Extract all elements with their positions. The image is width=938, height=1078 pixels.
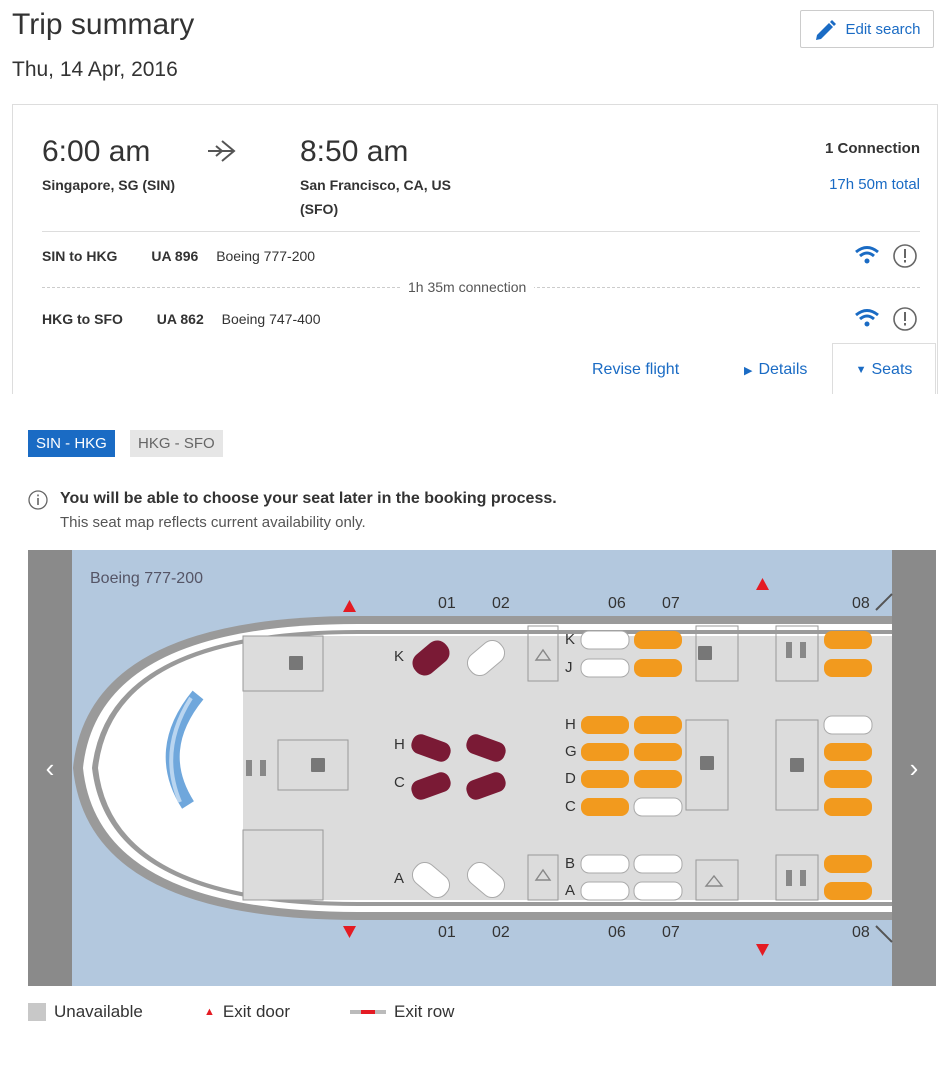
page-title: Trip summary bbox=[12, 8, 195, 41]
chevron-left-icon: ‹ bbox=[45, 752, 55, 783]
wifi-icon bbox=[855, 246, 879, 264]
segment-flight: UA 896 bbox=[151, 248, 199, 264]
row-label: 06 bbox=[608, 924, 626, 941]
row-label: 02 bbox=[492, 924, 510, 941]
plane-icon bbox=[208, 140, 236, 162]
legend-label: Unavailable bbox=[54, 1002, 143, 1021]
legend-unavailable: Unavailable bbox=[28, 1002, 143, 1022]
scroll-left-button[interactable]: ‹ bbox=[28, 550, 72, 986]
row-label: 01 bbox=[438, 595, 456, 612]
tab-hkg-sfo[interactable]: HKG - SFO bbox=[130, 430, 223, 457]
row-label: 02 bbox=[492, 595, 510, 612]
total-duration: 17h 50m total bbox=[829, 176, 920, 193]
legend-exit-row: Exit row bbox=[350, 1002, 454, 1022]
legend-label: Exit row bbox=[394, 1002, 455, 1021]
edit-search-button[interactable]: Edit search bbox=[800, 10, 934, 48]
row-label: 07 bbox=[662, 924, 680, 941]
connection-count: 1 Connection bbox=[824, 140, 920, 157]
seat-letter: J bbox=[565, 659, 573, 676]
row-label: 06 bbox=[608, 595, 626, 612]
revise-flight-link[interactable]: Revise flight bbox=[592, 361, 679, 379]
seats-label: Seats bbox=[871, 360, 913, 378]
depart-time: 6:00 am bbox=[42, 135, 151, 168]
seat-info-title: You will be able to choose your seat lat… bbox=[60, 490, 557, 507]
row-label: 07 bbox=[662, 595, 680, 612]
row-label: 08 bbox=[852, 924, 870, 941]
row-label: 08 bbox=[852, 595, 870, 612]
exit-row-icon bbox=[350, 1010, 386, 1014]
segment-route: HKG to SFO bbox=[42, 311, 123, 327]
seats-tab[interactable]: ▼ Seats bbox=[832, 343, 936, 395]
seat-info-subtitle: This seat map reflects current availabil… bbox=[60, 514, 366, 531]
seat-letter: A bbox=[565, 882, 576, 899]
divider bbox=[42, 231, 920, 232]
segment-aircraft: Boeing 747-400 bbox=[221, 311, 321, 327]
caret-down-icon: ▼ bbox=[855, 363, 867, 376]
connection-time: 1h 35m connection bbox=[400, 279, 535, 295]
unavailable-swatch-icon bbox=[28, 1003, 46, 1021]
edit-search-label: Edit search bbox=[845, 20, 921, 38]
aircraft-name: Boeing 777-200 bbox=[90, 570, 203, 587]
exit-door-icon: ▲ bbox=[204, 1006, 215, 1018]
wifi-icon bbox=[855, 309, 879, 327]
info-alert-icon[interactable] bbox=[892, 243, 918, 269]
segment-aircraft: Boeing 777-200 bbox=[216, 248, 316, 264]
arrive-city: San Francisco, CA, US bbox=[300, 177, 451, 193]
arrive-time: 8:50 am bbox=[300, 135, 409, 168]
caret-right-icon: ▶ bbox=[744, 364, 753, 377]
tab-sin-hkg[interactable]: SIN - HKG bbox=[28, 430, 115, 457]
details-toggle[interactable]: ▶ Details bbox=[744, 361, 807, 379]
trip-date: Thu, 14 Apr, 2016 bbox=[12, 58, 178, 81]
seat-letter: A bbox=[394, 870, 405, 887]
depart-city: Singapore, SG (SIN) bbox=[42, 177, 176, 193]
scroll-right-button[interactable]: › bbox=[892, 550, 936, 986]
seat-letter: B bbox=[565, 855, 576, 872]
chevron-right-icon: › bbox=[909, 752, 919, 783]
seat-letter: K bbox=[565, 631, 576, 648]
details-label: Details bbox=[758, 361, 808, 378]
seat-letter: H bbox=[565, 716, 576, 733]
seat-letter: D bbox=[565, 770, 576, 787]
seat-letter: C bbox=[565, 798, 576, 815]
info-alert-icon[interactable] bbox=[892, 306, 918, 332]
seat-letter: C bbox=[394, 774, 405, 791]
legend-label: Exit door bbox=[222, 1002, 290, 1021]
seat-letter: H bbox=[394, 736, 405, 753]
segment-flight: UA 862 bbox=[156, 311, 204, 327]
row-label: 01 bbox=[438, 924, 456, 941]
seat-letter: G bbox=[565, 743, 577, 760]
segment-route: SIN to HKG bbox=[42, 248, 118, 264]
seat-letter: K bbox=[394, 648, 405, 665]
legend-exit-door: ▲ Exit door bbox=[204, 1002, 290, 1022]
arrive-city-code: (SFO) bbox=[300, 201, 339, 217]
pencil-icon bbox=[816, 20, 837, 40]
segment-row: SIN to HKG UA 896 Boeing 777-200 bbox=[42, 248, 315, 264]
seat-map: Boeing 777-200 01 02 06 07 08 01 02 06 0… bbox=[28, 550, 936, 986]
segment-row: HKG to SFO UA 862 Boeing 747-400 bbox=[42, 311, 321, 327]
info-icon bbox=[28, 490, 48, 510]
seat-map-graphic bbox=[28, 550, 936, 986]
